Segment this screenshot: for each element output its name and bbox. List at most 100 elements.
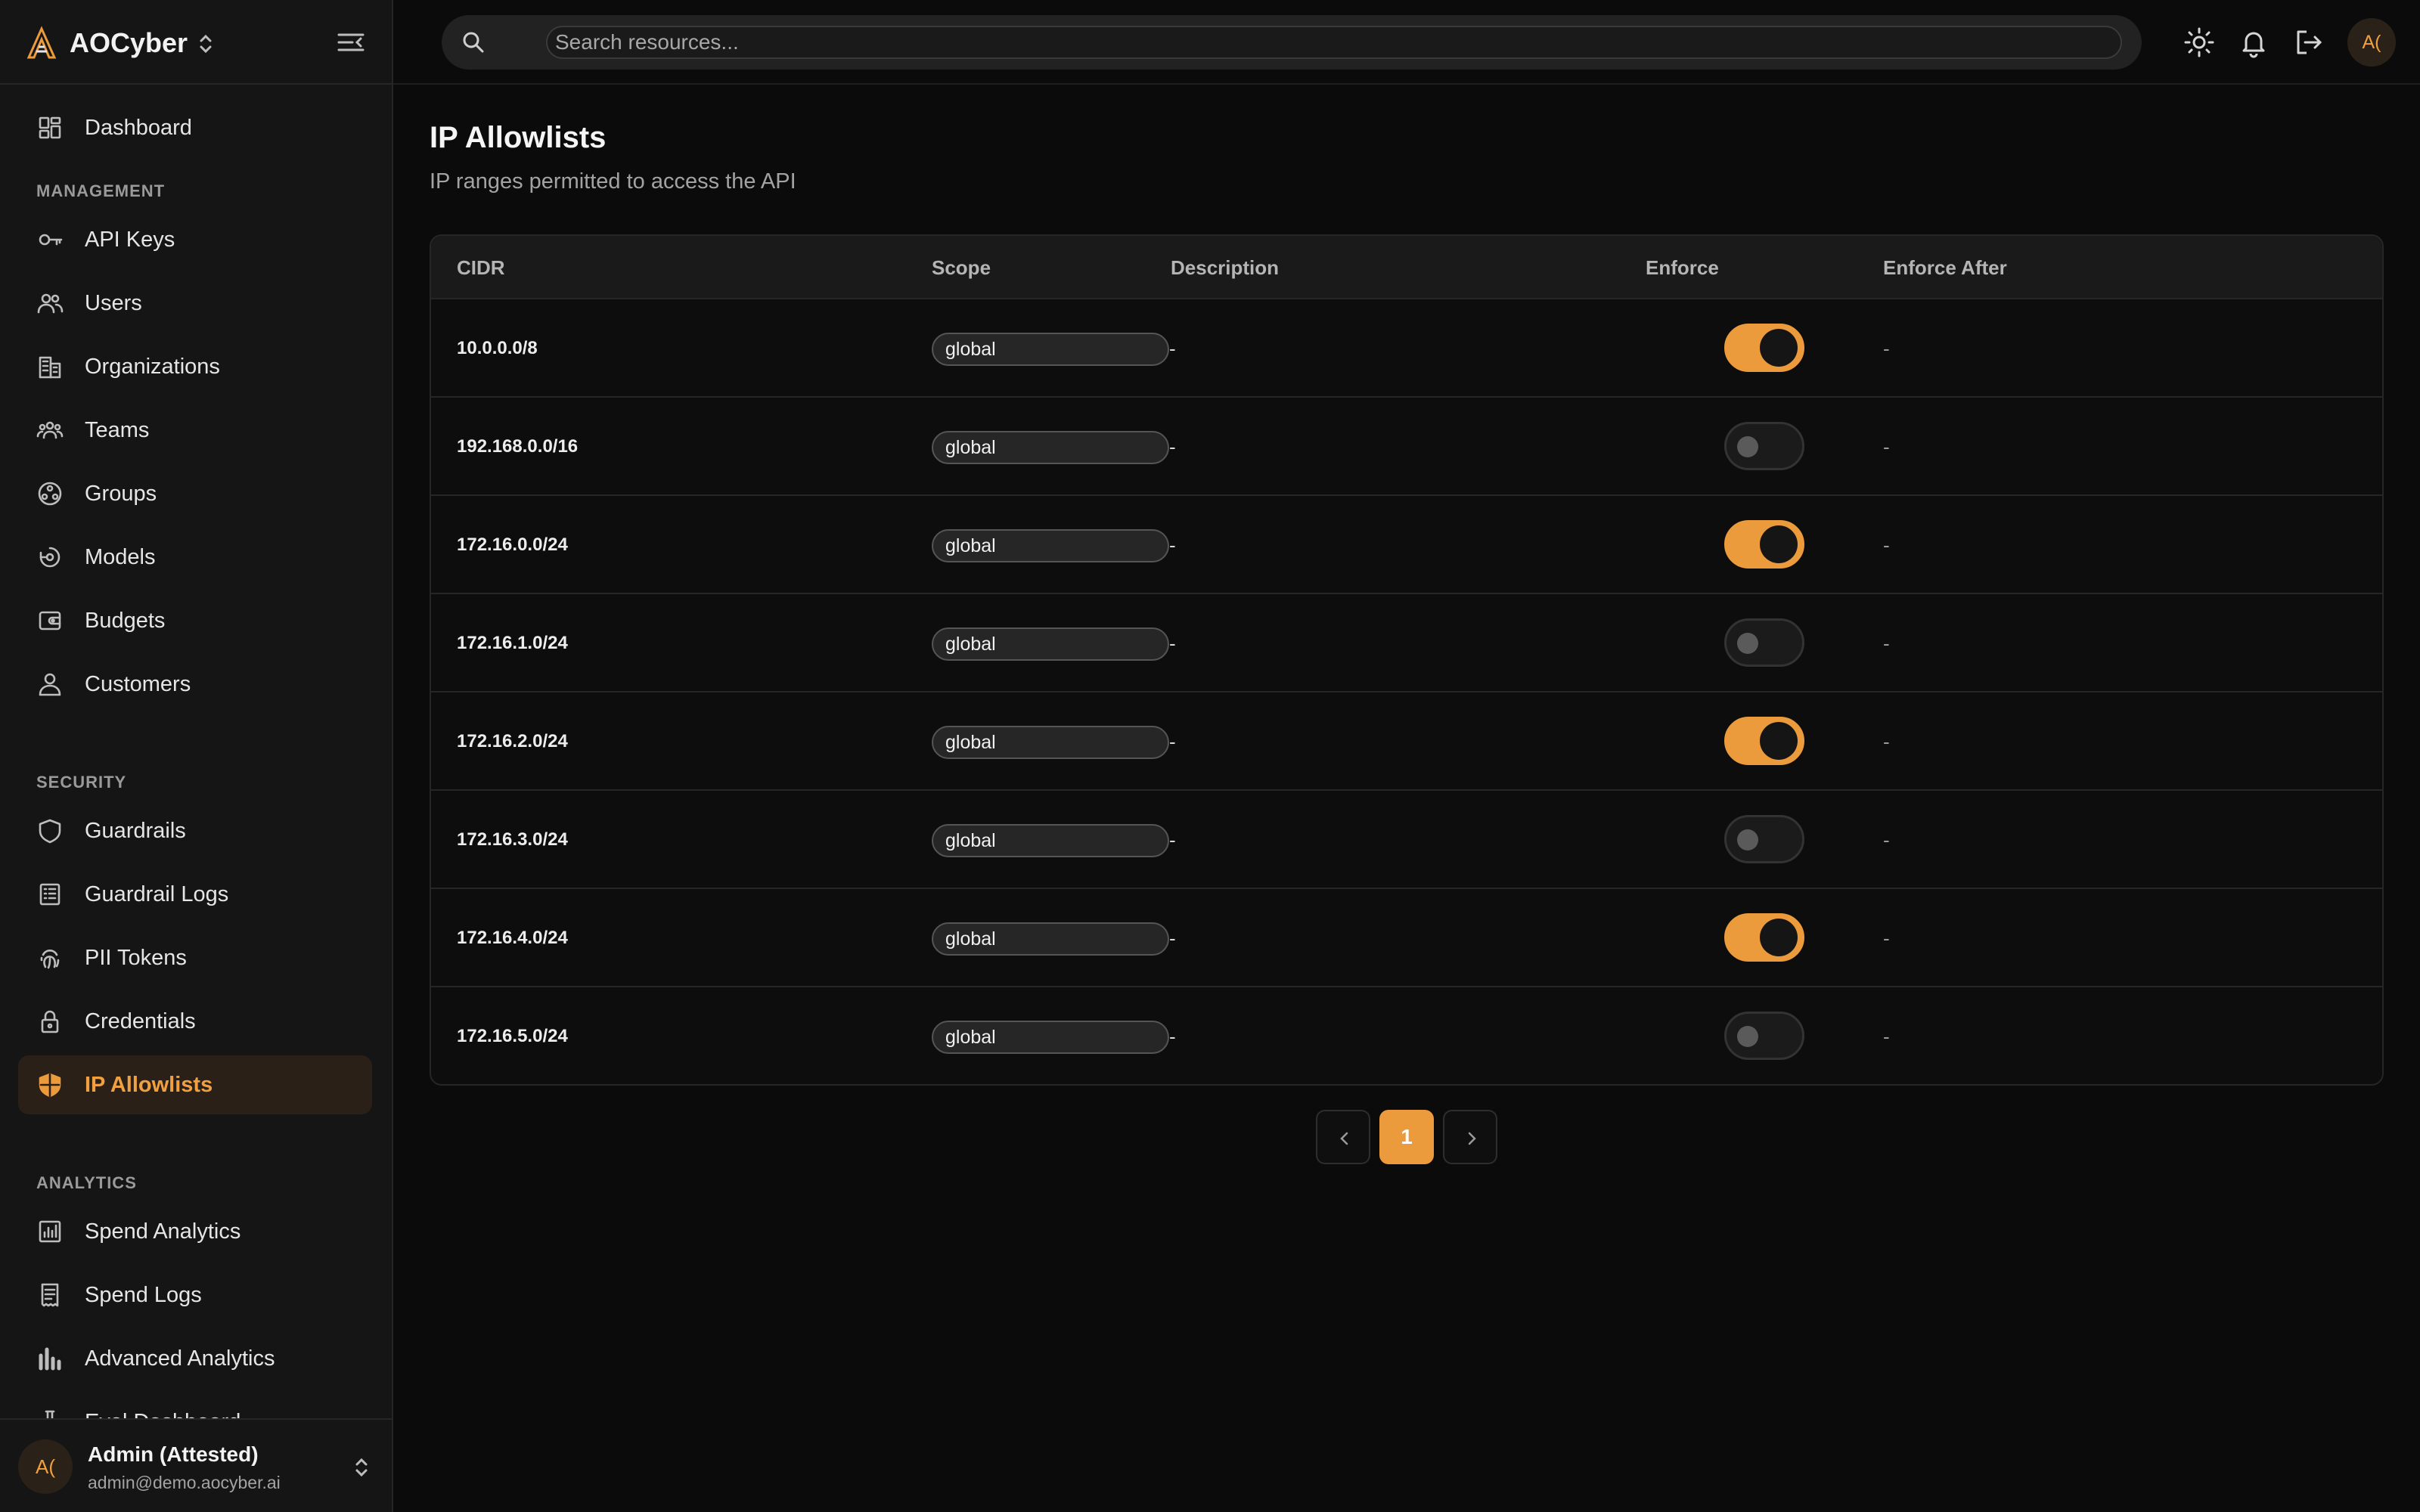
enforce-after-cell: - (1883, 632, 1890, 655)
sidebar-item-teams[interactable]: Teams (18, 401, 372, 460)
sidebar-collapse-icon[interactable] (336, 29, 366, 56)
sidebar-item-label: Spend Analytics (85, 1219, 241, 1244)
column-header-enforce-after[interactable]: Enforce After (1883, 236, 2007, 299)
table-row[interactable]: 172.16.2.0/24 global - - (431, 692, 2382, 791)
cidr-cell: 192.168.0.0/16 (457, 436, 579, 457)
app-root: AOCyber Dashboard MANAGEMENT API Keys Users… (0, 0, 2420, 1512)
scope-badge: global (932, 1021, 1169, 1054)
logout-icon[interactable] (2291, 26, 2325, 59)
sidebar-item-label: Organizations (85, 355, 220, 379)
sidebar-item-label: Dashboard (85, 116, 192, 140)
description-cell: - (1169, 435, 1176, 458)
enforce-toggle[interactable] (1724, 520, 1804, 569)
ip-allowlist-table: CIDR Scope Description Enforce Enforce A… (430, 234, 2384, 1086)
enforce-toggle[interactable] (1724, 815, 1804, 863)
receipt-icon (41, 1283, 59, 1307)
scope-badge: global (932, 922, 1169, 956)
column-header-description[interactable]: Description (1171, 236, 1279, 299)
column-header-scope[interactable]: Scope (932, 236, 991, 299)
sidebar-item-ip-allowlists[interactable]: IP Allowlists (18, 1055, 372, 1114)
wallet-icon (39, 611, 61, 631)
enforce-after-cell: - (1883, 829, 1890, 851)
search-input[interactable] (546, 26, 2122, 59)
chevron-left-icon (1340, 1132, 1348, 1145)
brand-name[interactable]: AOCyber (70, 26, 188, 60)
scope-badge: global (932, 529, 1169, 562)
sidebar-item-advanced-analytics[interactable]: Advanced Analytics (18, 1329, 372, 1388)
next-page-button[interactable] (1443, 1110, 1497, 1164)
section-label-analytics: ANALYTICS (36, 1173, 137, 1192)
sidebar-item-groups[interactable]: Groups (18, 464, 372, 523)
sidebar-item-dashboard[interactable]: Dashboard (18, 98, 372, 157)
sidebar-item-guardrail-logs[interactable]: Guardrail Logs (18, 865, 372, 924)
enforce-toggle[interactable] (1724, 717, 1804, 765)
chevron-right-icon (1468, 1132, 1476, 1145)
table-row[interactable]: 192.168.0.0/16 global - - (431, 398, 2382, 496)
prev-page-button[interactable] (1316, 1110, 1370, 1164)
brand-header: AOCyber (0, 0, 392, 85)
sidebar-item-organizations[interactable]: Organizations (18, 337, 372, 396)
theme-toggle-icon[interactable] (2183, 26, 2216, 59)
sidebar-item-users[interactable]: Users (18, 274, 372, 333)
search-icon (463, 32, 484, 53)
log-icon (39, 883, 60, 906)
sidebar-item-spend-logs[interactable]: Spend Logs (18, 1266, 372, 1325)
sidebar-item-guardrails[interactable]: Guardrails (18, 801, 372, 860)
enforce-toggle[interactable] (1724, 1012, 1804, 1060)
toggle-knob (1760, 919, 1798, 956)
topbar: A( (393, 0, 2420, 85)
sidebar-item-label: Customers (85, 672, 191, 696)
cidr-cell: 172.16.3.0/24 (457, 829, 568, 850)
enforce-after-cell: - (1883, 927, 1890, 950)
table-row[interactable]: 172.16.5.0/24 global - - (431, 987, 2382, 1084)
avatar: A( (18, 1439, 73, 1494)
description-cell: - (1169, 632, 1176, 655)
sidebar-item-label: Advanced Analytics (85, 1346, 275, 1371)
scope-badge: global (932, 627, 1169, 661)
column-header-cidr[interactable]: CIDR (457, 236, 505, 299)
enforce-after-cell: - (1883, 435, 1890, 458)
toggle-knob (1737, 829, 1758, 850)
enforce-after-cell: - (1883, 730, 1890, 753)
sidebar-item-spend-analytics[interactable]: Spend Analytics (18, 1202, 372, 1261)
sidebar-item-api-keys[interactable]: API Keys (18, 210, 372, 269)
page-button-current[interactable]: 1 (1379, 1110, 1434, 1164)
column-header-enforce[interactable]: Enforce (1646, 236, 1719, 299)
scope-badge: global (932, 431, 1169, 464)
enforce-toggle[interactable] (1724, 913, 1804, 962)
table-row[interactable]: 172.16.1.0/24 global - - (431, 594, 2382, 692)
sidebar-item-budgets[interactable]: Budgets (18, 591, 372, 650)
sidebar-item-pii-tokens[interactable]: PII Tokens (18, 928, 372, 987)
toggle-knob (1737, 436, 1758, 457)
page-subtitle: IP ranges permitted to access the API (430, 169, 796, 194)
sidebar-item-label: IP Allowlists (85, 1073, 213, 1097)
description-cell: - (1169, 1025, 1176, 1048)
chevron-up-down-icon[interactable] (195, 30, 216, 57)
avatar[interactable]: A( (2347, 18, 2396, 67)
section-label-security: SECURITY (36, 773, 127, 792)
table-row[interactable]: 10.0.0.0/8 global - - (431, 299, 2382, 398)
table-row[interactable]: 172.16.3.0/24 global - - (431, 791, 2382, 889)
chevron-up-down-icon[interactable] (352, 1455, 371, 1480)
sidebar-item-models[interactable]: Models (18, 528, 372, 587)
bell-icon[interactable] (2237, 26, 2270, 59)
enforce-toggle[interactable] (1724, 324, 1804, 372)
enforce-toggle[interactable] (1724, 422, 1804, 470)
user-menu[interactable]: A( Admin (Attested) admin@demo.aocyber.a… (0, 1418, 392, 1512)
page-title: IP Allowlists (430, 121, 607, 154)
scope-badge: global (932, 726, 1169, 759)
enforce-toggle[interactable] (1724, 618, 1804, 667)
sidebar-item-credentials[interactable]: Credentials (18, 992, 372, 1051)
sidebar-item-label: Guardrail Logs (85, 882, 229, 906)
toggle-knob (1737, 1026, 1758, 1047)
toggle-knob (1760, 525, 1798, 563)
sidebar-item-label: Spend Logs (85, 1283, 202, 1307)
brand-logo-icon (26, 26, 57, 59)
table-row[interactable]: 172.16.0.0/24 global - - (431, 496, 2382, 594)
description-cell: - (1169, 829, 1176, 851)
sidebar-item-customers[interactable]: Customers (18, 655, 372, 714)
description-cell: - (1169, 337, 1176, 360)
cidr-cell: 172.16.5.0/24 (457, 1026, 568, 1046)
table-row[interactable]: 172.16.4.0/24 global - - (431, 889, 2382, 987)
enforce-after-cell: - (1883, 1025, 1890, 1048)
